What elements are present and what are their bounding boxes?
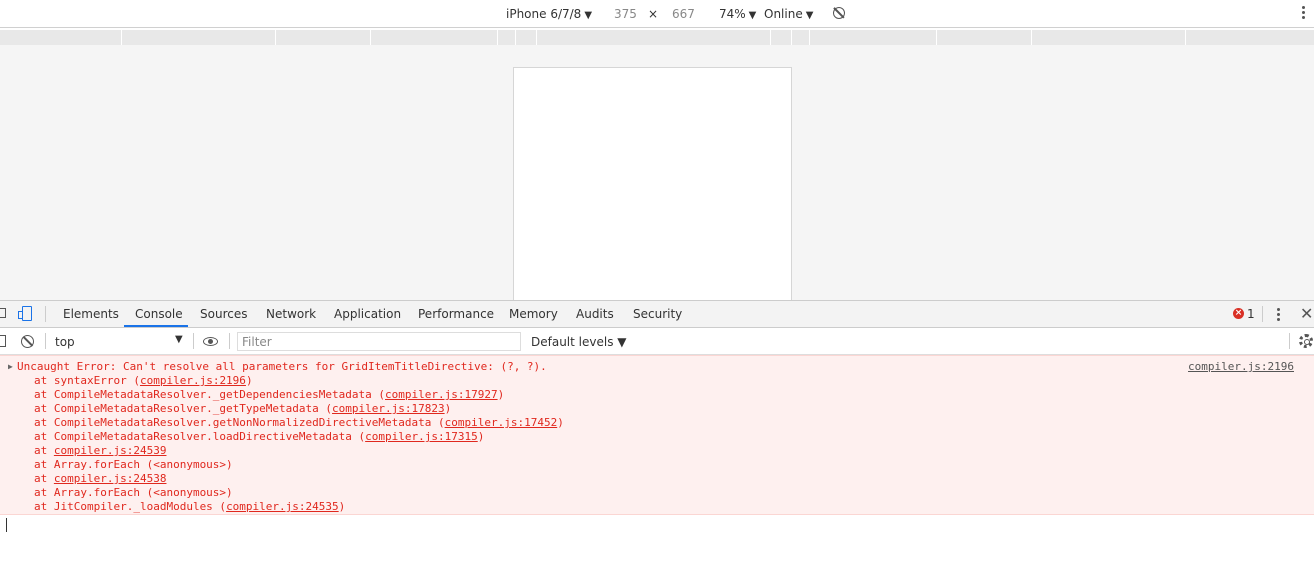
stack-frame-link[interactable]: compiler.js:17452 xyxy=(445,416,558,429)
zoom-value: 74% xyxy=(719,7,746,21)
stack-trace-line: at Array.forEach (<anonymous>) xyxy=(34,458,233,471)
error-source-link[interactable]: compiler.js:2196 xyxy=(1188,360,1294,373)
tab-audits[interactable]: Audits xyxy=(576,307,614,321)
stack-frame-link[interactable]: compiler.js:17927 xyxy=(385,388,498,401)
stack-trace-line: at compiler.js:24538 xyxy=(34,472,166,485)
tab-application[interactable]: Application xyxy=(334,307,401,321)
stack-trace-line: at CompileMetadataResolver.getNonNormali… xyxy=(34,416,564,429)
height-input[interactable]: 667 xyxy=(672,7,695,21)
device-toggle-icon[interactable] xyxy=(18,306,32,322)
error-badge-icon[interactable]: × xyxy=(1233,308,1244,319)
throttle-value: Online xyxy=(764,7,803,21)
inspect-element-icon[interactable] xyxy=(0,308,6,318)
active-tab-indicator xyxy=(124,325,188,327)
stack-frame-link[interactable]: compiler.js:24539 xyxy=(54,444,167,457)
stack-frame-text: at Array.forEach (<anonymous>) xyxy=(34,486,233,499)
stack-trace-line: at CompileMetadataResolver._getDependenc… xyxy=(34,388,504,401)
zoom-select[interactable]: 74% ▼ xyxy=(719,7,756,21)
stack-frame-suffix: ) xyxy=(338,500,346,513)
clear-console-icon[interactable] xyxy=(21,335,34,348)
tab-memory[interactable]: Memory xyxy=(509,307,558,321)
console-messages: ▶ Uncaught Error: Can't resolve all para… xyxy=(0,355,1314,572)
error-count[interactable]: 1 xyxy=(1247,307,1255,321)
tab-elements[interactable]: Elements xyxy=(63,307,119,321)
filter-input[interactable] xyxy=(237,332,521,351)
chevron-down-icon: ▼ xyxy=(748,10,757,21)
width-input[interactable]: 375 xyxy=(614,7,637,21)
stack-trace-line: at syntaxError (compiler.js:2196) xyxy=(34,374,253,387)
expand-triangle-icon[interactable]: ▶ xyxy=(8,362,13,371)
stack-frame-link[interactable]: compiler.js:24538 xyxy=(54,472,167,485)
stack-frame-text: at xyxy=(34,472,54,485)
tab-sources[interactable]: Sources xyxy=(200,307,247,321)
more-options-icon[interactable] xyxy=(1302,6,1306,21)
stack-frame-text: at CompileMetadataResolver._getTypeMetad… xyxy=(34,402,333,415)
stack-frame-suffix: ) xyxy=(557,416,564,429)
device-toolbar: iPhone 6/7/8 ▼ 375 × 667 74% ▼ Online ▼ xyxy=(0,0,1314,28)
stack-frame-text: at xyxy=(34,444,54,457)
stack-frame-text: at CompileMetadataResolver.loadDirective… xyxy=(34,430,366,443)
stack-trace-line: at JitCompiler._loadModules (compiler.js… xyxy=(34,500,345,513)
devtools-tabbar: Elements Console Sources Network Applica… xyxy=(0,300,1314,328)
media-query-bar[interactable] xyxy=(0,30,1314,45)
chevron-down-icon[interactable]: ▼ xyxy=(175,334,183,345)
times-icon: × xyxy=(648,7,659,21)
device-viewport[interactable] xyxy=(513,67,792,300)
stack-frame-suffix: ) xyxy=(497,388,505,401)
stack-frame-link[interactable]: compiler.js:17823 xyxy=(332,402,445,415)
stack-frame-text: at CompileMetadataResolver.getNonNormali… xyxy=(34,416,445,429)
close-icon[interactable]: ✕ xyxy=(1300,304,1313,323)
stack-trace-line: at CompileMetadataResolver.loadDirective… xyxy=(34,430,484,443)
log-levels-select[interactable]: Default levels ▼ xyxy=(531,335,627,349)
tab-network[interactable]: Network xyxy=(266,307,316,321)
tab-security[interactable]: Security xyxy=(633,307,682,321)
chevron-down-icon: ▼ xyxy=(584,10,593,21)
tab-performance[interactable]: Performance xyxy=(418,307,494,321)
stack-frame-suffix: ) xyxy=(444,402,452,415)
customize-devtools-icon[interactable] xyxy=(1277,308,1281,323)
device-name: iPhone 6/7/8 xyxy=(506,7,582,21)
console-settings-gear-icon[interactable] xyxy=(1299,334,1313,348)
stack-frame-text: at Array.forEach (<anonymous>) xyxy=(34,458,233,471)
stack-frame-link[interactable]: compiler.js:2196 xyxy=(140,374,246,387)
error-text: Uncaught Error: Can't resolve all parame… xyxy=(17,360,547,373)
live-expression-eye-icon[interactable] xyxy=(203,337,218,346)
chevron-down-icon: ▼ xyxy=(805,10,814,21)
rotate-icon[interactable] xyxy=(833,7,845,19)
error-message: ▶ Uncaught Error: Can't resolve all para… xyxy=(0,355,1314,515)
console-prompt-caret[interactable] xyxy=(6,518,7,532)
stack-frame-text: at CompileMetadataResolver._getDependenc… xyxy=(34,388,385,401)
viewport-area xyxy=(0,45,1314,300)
stack-frame-link[interactable]: compiler.js:17315 xyxy=(365,430,478,443)
console-sidebar-icon[interactable] xyxy=(0,335,6,347)
stack-frame-text: at JitCompiler._loadModules ( xyxy=(34,500,227,513)
tab-console[interactable]: Console xyxy=(135,307,183,321)
stack-frame-suffix: ) xyxy=(245,374,253,387)
stack-frame-text: at syntaxError ( xyxy=(34,374,140,387)
throttle-select[interactable]: Online ▼ xyxy=(764,7,813,21)
console-toolbar: top ▼ Default levels ▼ xyxy=(0,328,1314,355)
stack-trace-line: at Array.forEach (<anonymous>) xyxy=(34,486,233,499)
context-select[interactable]: top xyxy=(55,335,75,349)
stack-trace-line: at compiler.js:24539 xyxy=(34,444,166,457)
device-select[interactable]: iPhone 6/7/8 ▼ xyxy=(506,7,592,21)
stack-frame-link[interactable]: compiler.js:24535 xyxy=(226,500,339,513)
stack-trace-line: at CompileMetadataResolver._getTypeMetad… xyxy=(34,402,451,415)
stack-frame-suffix: ) xyxy=(477,430,485,443)
